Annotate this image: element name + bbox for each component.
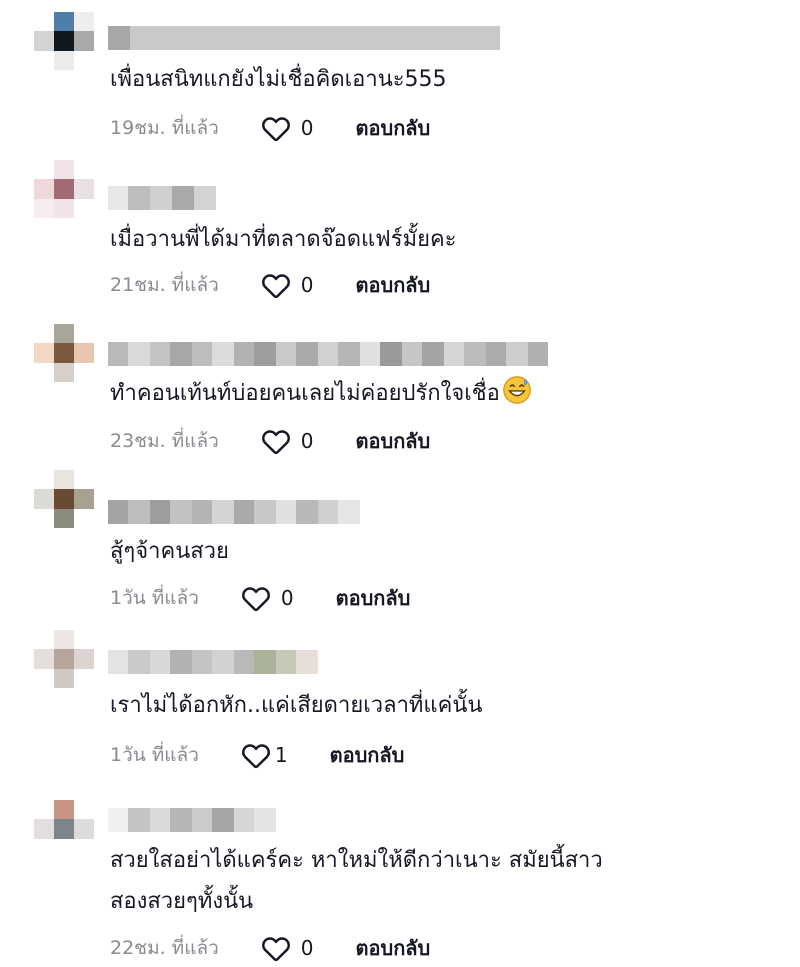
heart-outline-icon[interactable] [261,427,291,455]
avatar[interactable] [34,470,94,529]
comment-text: เราไม่ได้อกหัก..แค่เสียดายเวลาที่แค่นั้น [110,693,483,718]
comment-meta: 1วัน ที่แล้ว 0 ตอบกลับ [110,583,410,613]
comment-text: สู้ๆจ้าคนสวย [110,539,229,564]
reply-button[interactable]: ตอบกลับ [330,739,405,771]
avatar[interactable] [34,630,94,689]
like-count: 0 [300,116,314,140]
comment-meta: 23ชม. ที่แล้ว 0 ตอบกลับ [110,426,430,456]
comment-text-line-1: สวยใสอย่าได้แคร์คะ หาใหม่ให้ดีกว่าเนาะ ส… [110,848,603,873]
like-count: 0 [300,936,314,960]
comment-text: ทำคอนเท้นท์บ่อยคนเลยไม่ค่อยปรักใจเชื่อ [110,375,532,413]
comment-text-line-2: สองสวยๆทั้งนั้น [110,889,254,914]
comment-meta: 21ชม. ที่แล้ว 0 ตอบกลับ [110,270,430,300]
like-button[interactable]: 0 [261,271,314,299]
comment-time: 23ชม. ที่แล้ว [110,430,219,452]
heart-outline-icon[interactable] [241,584,271,612]
comment-time: 22ชม. ที่แล้ว [110,937,219,959]
comment-text: เมื่อวานพี่ได้มาที่ตลาดจ๊อดแฟร์มั้ยคะ [110,227,457,252]
avatar[interactable] [34,800,94,859]
comment-time: 21ชม. ที่แล้ว [110,274,219,296]
username-blurred[interactable] [108,26,500,50]
like-button[interactable]: 0 [261,934,314,962]
like-count: 0 [300,429,314,453]
username-blurred[interactable] [108,650,318,674]
like-button[interactable]: 0 [261,114,314,142]
comment-time: 19ชม. ที่แล้ว [110,117,219,139]
avatar[interactable] [34,160,94,219]
comment-time: 1วัน ที่แล้ว [110,587,199,609]
heart-outline-icon[interactable] [261,114,291,142]
username-blurred[interactable] [108,186,216,210]
avatar[interactable] [34,12,94,71]
comment-text: สวยใสอย่าได้แคร์คะ หาใหม่ให้ดีกว่าเนาะ ส… [110,842,603,921]
username-blurred[interactable] [108,342,548,366]
reply-button[interactable]: ตอบกลับ [356,932,431,964]
like-button[interactable]: 1 [241,741,288,769]
like-button[interactable]: 0 [241,584,294,612]
like-count: 0 [280,586,294,610]
grinning-face-with-sweat-icon [503,376,531,404]
reply-button[interactable]: ตอบกลับ [356,269,431,301]
comment-text-body: ทำคอนเท้นท์บ่อยคนเลยไม่ค่อยปรักใจเชื่อ [110,381,500,406]
like-count: 0 [300,273,314,297]
comment-meta: 19ชม. ที่แล้ว 0 ตอบกลับ [110,113,430,143]
like-count: 1 [274,743,288,767]
heart-outline-icon[interactable] [261,271,291,299]
username-blurred[interactable] [108,808,276,832]
comment-time: 1วัน ที่แล้ว [110,744,199,766]
reply-button[interactable]: ตอบกลับ [356,425,431,457]
heart-outline-icon[interactable] [261,934,291,962]
heart-outline-icon[interactable] [241,741,271,769]
comment-meta: 22ชม. ที่แล้ว 0 ตอบกลับ [110,933,430,963]
comment-meta: 1วัน ที่แล้ว 1 ตอบกลับ [110,740,404,770]
reply-button[interactable]: ตอบกลับ [356,112,431,144]
avatar[interactable] [34,324,94,383]
username-blurred[interactable] [108,500,360,524]
like-button[interactable]: 0 [261,427,314,455]
comment-text: เพื่อนสนิทแกยังไม่เชื่อคิดเอานะ555 [110,67,447,92]
reply-button[interactable]: ตอบกลับ [336,582,411,614]
